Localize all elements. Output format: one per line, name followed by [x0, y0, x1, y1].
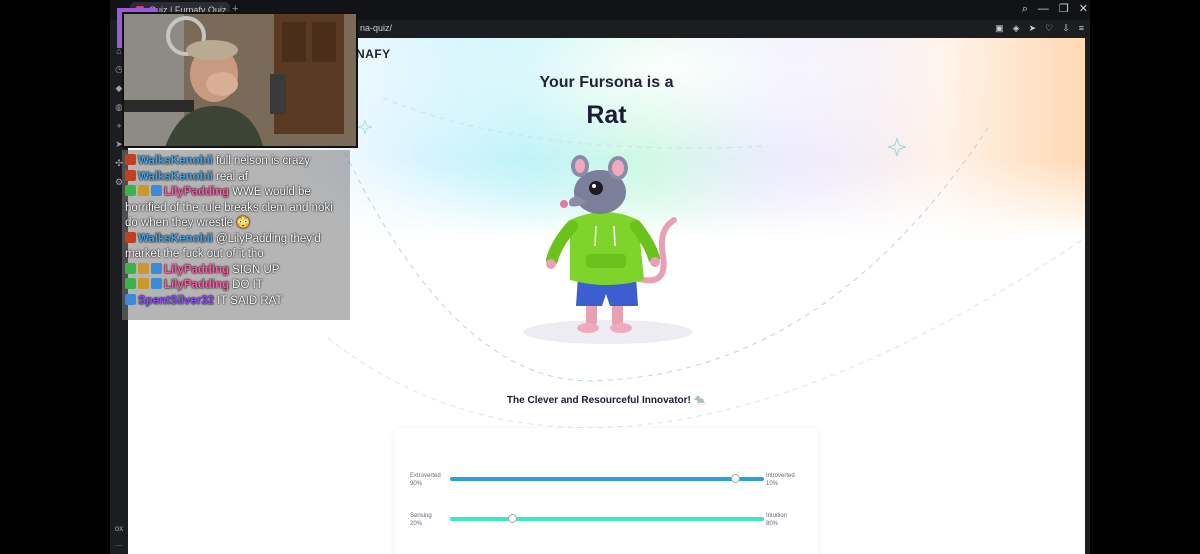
menu-icon[interactable]: ≡ — [1079, 23, 1084, 34]
chat-username[interactable]: LilyPadding — [164, 279, 229, 291]
subscriber-badge-icon — [151, 278, 162, 289]
heart-icon[interactable]: ♡ — [1045, 23, 1053, 34]
subscriber-badge-icon — [151, 262, 162, 274]
shield-icon[interactable]: ◈ — [1013, 23, 1020, 34]
subscriber-badge-icon — [151, 185, 162, 196]
search-icon[interactable]: ⌕ — [1022, 2, 1028, 16]
trait-left-label: Extroverted 90% — [410, 472, 441, 488]
webcam-overlay — [122, 12, 358, 148]
trait-right-label: Introverted 10% — [766, 472, 795, 488]
chat-username[interactable]: SpentSilver32 — [138, 295, 214, 307]
chat-text: real af — [215, 170, 248, 183]
gift-badge-icon — [138, 278, 149, 289]
trait-sensing-intuition: Sensing 20% Intuition 80% — [410, 512, 802, 532]
chat-message: WalksKenobii full nelson is crazy — [125, 154, 347, 170]
chat-message: WalksKenobii @LilyPadding they'd market t… — [125, 231, 347, 263]
restore-icon[interactable]: ❐ — [1059, 2, 1069, 16]
sidebar-bottom: ox ... — [110, 518, 128, 548]
trait-left-percent: 90% — [410, 481, 423, 487]
trait-left-name: Sensing — [410, 513, 432, 519]
sparkle-icon — [888, 138, 906, 156]
chat-text: IT SAID RAT — [217, 294, 283, 307]
address-bar-icons: ▣ ◈ ➤ ♡ ⇩ ≡ — [995, 23, 1084, 34]
url-field[interactable]: na-quiz/ — [360, 23, 392, 33]
trait-right-name: Introverted — [766, 473, 795, 479]
trait-bar — [450, 477, 764, 481]
chat-message: LilyPadding DO IT — [125, 278, 347, 294]
chat-text: SIGN UP — [232, 263, 280, 276]
chat-username[interactable]: WalksKenobii — [138, 171, 213, 183]
sparkle-icon — [358, 120, 372, 134]
trait-right-label: Intuition 80% — [766, 512, 787, 528]
gift-badge-icon — [138, 185, 149, 196]
trait-slider-knob[interactable] — [508, 514, 518, 523]
cake-badge-icon — [125, 169, 136, 181]
gift-badge-icon — [138, 262, 149, 274]
trait-left-label: Sensing 20% — [410, 512, 432, 528]
close-icon[interactable]: ✕ — [1079, 2, 1088, 16]
trait-left-name: Extroverted — [410, 473, 441, 479]
chat-text: DO IT — [232, 279, 263, 291]
download-icon[interactable]: ⇩ — [1062, 23, 1070, 34]
chat-message: LilyPadding WWE would be horrified of the… — [125, 185, 347, 232]
chat-username[interactable]: LilyPadding — [164, 264, 229, 276]
site-logo[interactable]: NAFY — [356, 47, 391, 61]
trait-bar — [450, 517, 764, 521]
subscriber-badge-icon — [125, 293, 136, 305]
mod-badge-icon — [125, 185, 136, 196]
mod-badge-icon — [125, 262, 136, 274]
window-controls: ⌕ — ❐ ✕ — [1022, 2, 1088, 16]
chat-text: full nelson is crazy — [215, 155, 310, 167]
stream-chat: WalksKenobii full nelson is crazy WalksKe… — [122, 150, 350, 320]
wallet-icon[interactable]: ▣ — [995, 23, 1004, 34]
webcam-person-image — [124, 14, 356, 146]
chat-username[interactable]: WalksKenobii — [138, 155, 213, 167]
cake-badge-icon — [125, 231, 136, 243]
trait-right-name: Intuition — [766, 513, 788, 519]
chat-username[interactable]: LilyPadding — [164, 186, 229, 198]
result-tagline: The Clever and Resourceful Innovator! 🐀 — [506, 395, 707, 406]
minimize-icon[interactable]: — — [1038, 2, 1049, 16]
send-icon[interactable]: ➤ — [1029, 23, 1037, 34]
trait-right-percent: 80% — [766, 521, 779, 527]
sidebar-bottom-label: ox — [114, 524, 124, 533]
trait-extroverted-introverted: Extroverted 90% Introverted 10% — [410, 472, 802, 492]
cake-badge-icon — [125, 154, 136, 165]
chat-message: SpentSilver32 IT SAID RAT — [125, 293, 347, 310]
mod-badge-icon — [125, 278, 136, 289]
chat-message: LilyPadding SIGN UP — [125, 262, 347, 279]
trait-right-percent: 10% — [766, 481, 779, 487]
trait-left-percent: 20% — [410, 521, 423, 527]
more-icon[interactable]: ... — [110, 539, 128, 548]
trait-slider-knob[interactable] — [731, 474, 741, 483]
personality-traits-card: Extroverted 90% Introverted 10% Sensing … — [394, 428, 818, 554]
chat-username[interactable]: WalksKenobii — [138, 233, 213, 245]
stream-frame: Quiz | Furnafy Quiz + ⌕ — ❐ ✕ na-quiz/ ▣… — [0, 0, 1200, 554]
rat-illustration — [523, 155, 693, 344]
chat-message: WalksKenobii real af — [125, 169, 347, 186]
